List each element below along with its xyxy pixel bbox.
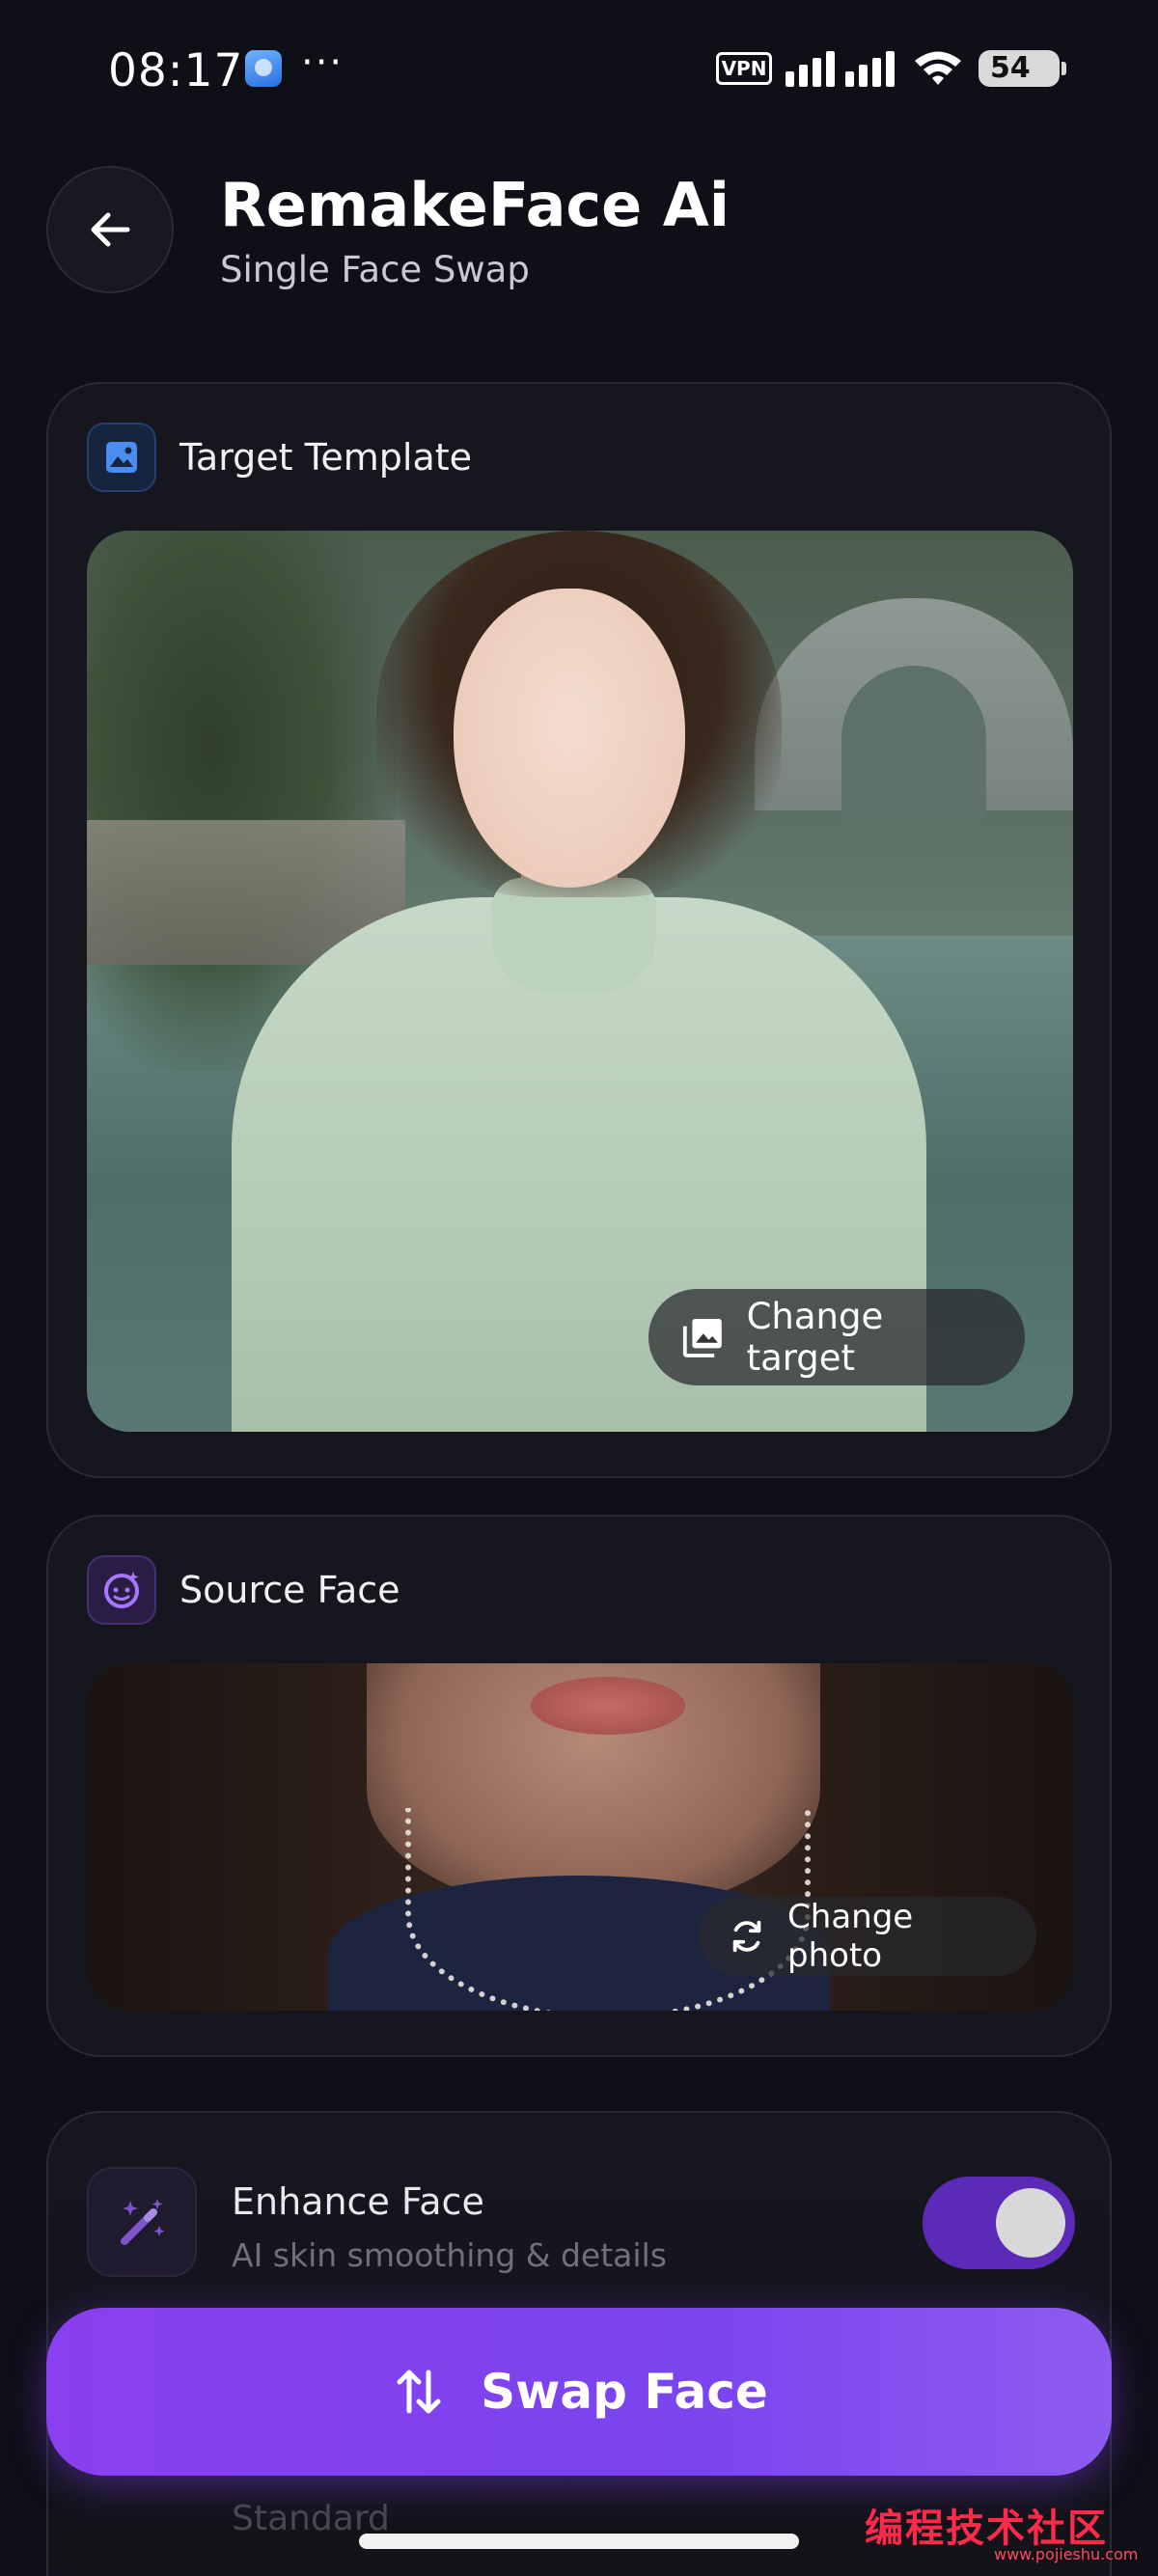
toggle-knob	[996, 2188, 1065, 2258]
page-subtitle: Single Face Swap	[220, 249, 530, 290]
refresh-icon	[732, 1920, 761, 1953]
arrow-left-icon	[91, 212, 130, 247]
quality-option-standard[interactable]: Standard	[50, 2470, 571, 2576]
source-face-header: Source Face	[87, 1555, 400, 1625]
battery-icon: 54	[979, 50, 1066, 87]
status-time: 08:17	[108, 44, 244, 97]
image-icon	[87, 423, 156, 492]
signal-icon	[786, 51, 895, 87]
change-target-button[interactable]: Change target	[648, 1289, 1025, 1385]
change-photo-label: Change photo	[787, 1898, 914, 1975]
swap-arrows-icon	[397, 2370, 441, 2414]
status-bar: 08:17 ··· VPN 54	[0, 0, 1158, 145]
change-photo-button[interactable]: Change photo	[699, 1897, 1036, 1976]
enhance-face-toggle[interactable]	[923, 2177, 1075, 2269]
page-title: RemakeFace Ai	[220, 170, 731, 240]
swap-face-button[interactable]: Swap Face	[46, 2308, 1112, 2476]
watermark-url: www.pojieshu.com	[994, 2545, 1139, 2563]
enhance-face-subtitle: AI skin smoothing & details	[232, 2236, 667, 2274]
photo-library-icon	[682, 1319, 722, 1357]
wifi-icon	[915, 51, 961, 85]
face-icon	[87, 1555, 156, 1625]
target-template-label: Target Template	[179, 436, 473, 479]
home-indicator[interactable]	[359, 2534, 799, 2549]
swap-face-label: Swap Face	[481, 2364, 768, 2420]
enhance-face-title: Enhance Face	[232, 2180, 484, 2223]
target-template-header: Target Template	[87, 423, 472, 492]
more-notifications-icon: ···	[301, 41, 345, 85]
magic-wand-icon	[87, 2167, 197, 2277]
back-button[interactable]	[46, 166, 174, 293]
vpn-icon: VPN	[716, 52, 772, 85]
change-target-label: Change target	[746, 1296, 884, 1379]
source-face-label: Source Face	[179, 1569, 400, 1611]
gallery-app-icon	[245, 50, 282, 87]
